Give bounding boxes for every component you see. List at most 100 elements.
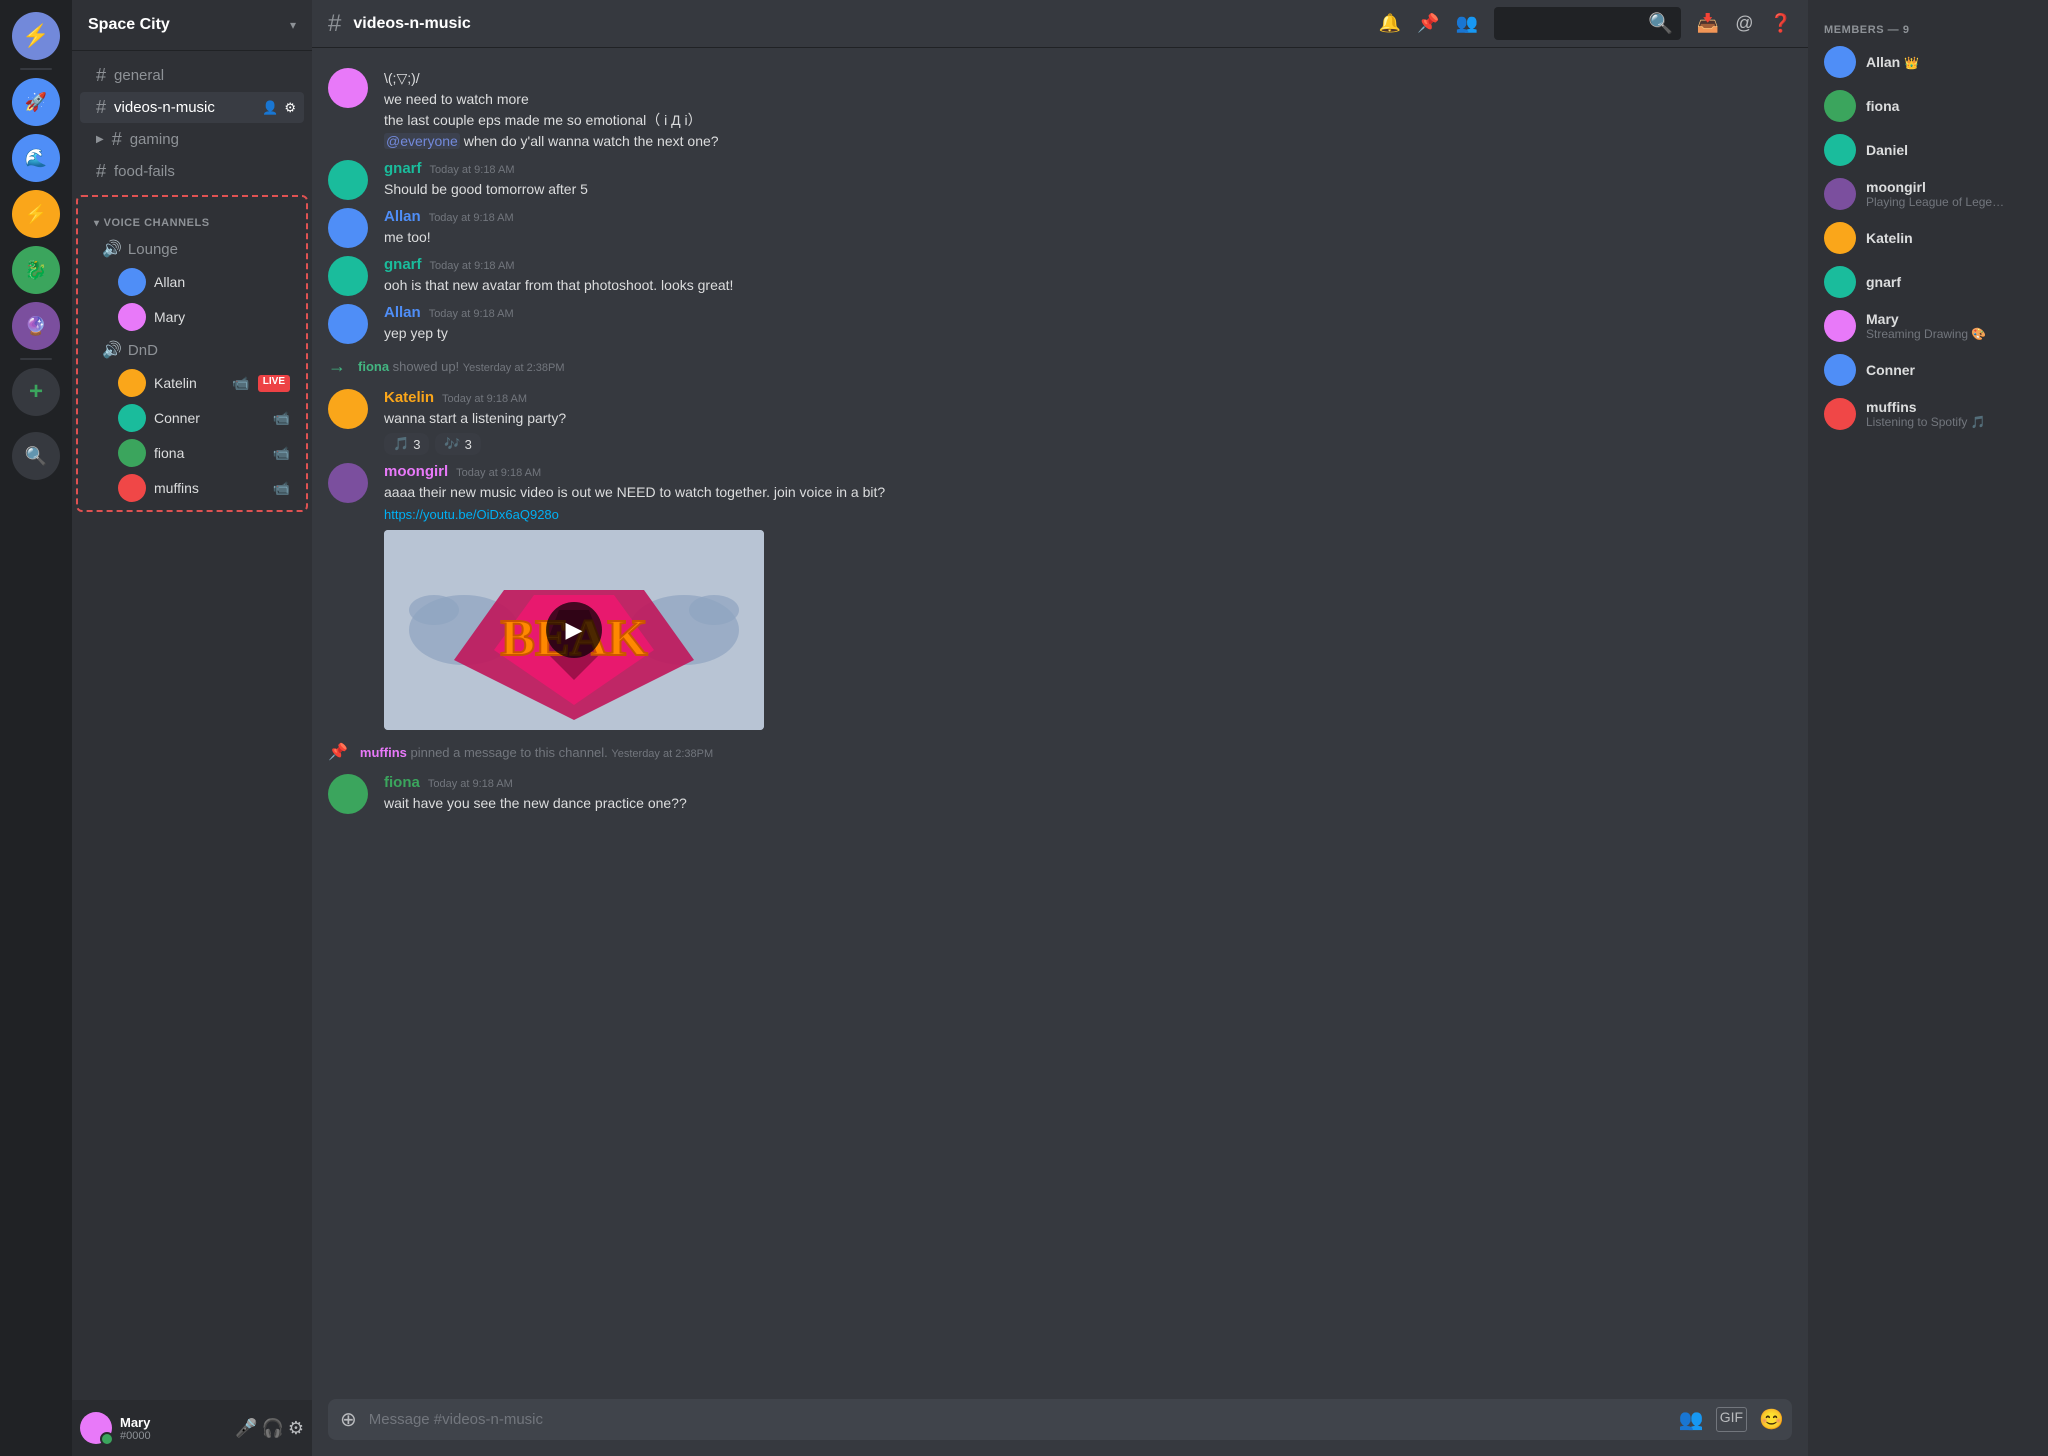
voice-member-mary[interactable]: Mary bbox=[86, 300, 298, 334]
reactions: 🎵 3 🎶 3 bbox=[384, 433, 1792, 455]
member-name: Katelin bbox=[1866, 230, 2032, 246]
member-info: Mary Streaming Drawing 🎨 bbox=[1866, 311, 2032, 341]
member-item-gnarf[interactable]: gnarf bbox=[1816, 260, 2040, 304]
header-actions: 🔔 📌 👥 🔍 📥 @ ❓ bbox=[1379, 7, 1792, 40]
help-icon[interactable]: ❓ bbox=[1770, 13, 1792, 34]
member-item-mary[interactable]: Mary Streaming Drawing 🎨 bbox=[1816, 304, 2040, 348]
avatar bbox=[1824, 398, 1856, 430]
message-item: fiona Today at 9:18 AM wait have you see… bbox=[312, 770, 1808, 818]
voice-member-muffins[interactable]: muffins 📹 bbox=[86, 471, 298, 505]
inbox-icon[interactable]: 📥 bbox=[1697, 13, 1719, 34]
mention-icon[interactable]: @ bbox=[1735, 13, 1753, 34]
member-info: Conner bbox=[1866, 362, 2032, 378]
member-info: moongirl Playing League of Legends 🎮 bbox=[1866, 179, 2032, 209]
voice-member-katelin[interactable]: Katelin 📹 LIVE bbox=[86, 366, 298, 400]
camera-icon: 📹 bbox=[273, 480, 290, 497]
message-content: moongirl Today at 9:18 AM aaaa their new… bbox=[384, 463, 1792, 730]
member-item-moongirl[interactable]: moongirl Playing League of Legends 🎮 bbox=[1816, 172, 2040, 216]
reaction-musical-notes[interactable]: 🎶 3 bbox=[435, 433, 480, 455]
message-header: moongirl Today at 9:18 AM bbox=[384, 463, 1792, 480]
member-info: fiona bbox=[1866, 98, 2032, 114]
search-icon: 🔍 bbox=[1648, 11, 1673, 36]
channel-list: # general # videos-n-music 👤 ⚙ ▶ # gamin… bbox=[72, 51, 312, 1400]
emoji-icon[interactable]: 😊 bbox=[1759, 1407, 1784, 1432]
timestamp: Today at 9:18 AM bbox=[428, 778, 513, 790]
pin-icon[interactable]: 📌 bbox=[1417, 13, 1439, 34]
member-name: gnarf bbox=[1866, 274, 2032, 290]
member-stream-icons: 📹 LIVE bbox=[232, 375, 290, 392]
message-item: moongirl Today at 9:18 AM aaaa their new… bbox=[312, 459, 1808, 734]
member-item-muffins[interactable]: muffins Listening to Spotify 🎵 bbox=[1816, 392, 2040, 436]
channel-item-food-fails[interactable]: # food-fails bbox=[80, 156, 304, 187]
members-grid-icon[interactable]: 👥 bbox=[1679, 1407, 1704, 1432]
server-icon-1[interactable]: 🚀 bbox=[12, 78, 60, 126]
members-icon[interactable]: 👥 bbox=[1456, 13, 1478, 34]
timestamp: Today at 9:18 AM bbox=[429, 212, 514, 224]
main-content: # videos-n-music 🔔 📌 👥 🔍 📥 @ ❓ \(;▽;)/ w… bbox=[312, 0, 1808, 1456]
discord-home-button[interactable]: ⚡ bbox=[12, 12, 60, 60]
timestamp: Today at 9:18 AM bbox=[442, 393, 527, 405]
play-button[interactable]: ▶ bbox=[546, 602, 602, 658]
video-embed[interactable]: BEAK ▶ bbox=[384, 530, 764, 730]
member-name: Mary bbox=[154, 309, 185, 325]
add-attachment-icon[interactable]: ⊕ bbox=[336, 1407, 361, 1432]
avatar bbox=[328, 208, 368, 248]
notifications-icon[interactable]: 🔔 bbox=[1379, 13, 1401, 34]
gif-icon[interactable]: GIF bbox=[1716, 1407, 1747, 1432]
headphone-icon[interactable]: 🎧 bbox=[261, 1418, 283, 1439]
message-text: aaaa their new music video is out we NEE… bbox=[384, 482, 1792, 503]
message-header: Allan Today at 9:18 AM bbox=[384, 208, 1792, 225]
member-item-allan[interactable]: Allan 👑 bbox=[1816, 40, 2040, 84]
member-item-katelin[interactable]: Katelin bbox=[1816, 216, 2040, 260]
member-name: muffins bbox=[1866, 399, 2032, 415]
member-name: moongirl bbox=[1866, 179, 2032, 195]
hash-icon: # bbox=[96, 65, 106, 86]
system-pin-text: muffins pinned a message to this channel… bbox=[360, 745, 713, 760]
add-member-icon[interactable]: 👤 bbox=[262, 100, 278, 116]
voice-member-conner[interactable]: Conner 📹 bbox=[86, 401, 298, 435]
voice-member-allan[interactable]: Allan bbox=[86, 265, 298, 299]
server-name-header[interactable]: Space City ▾ bbox=[72, 0, 312, 51]
settings-icon[interactable]: ⚙ bbox=[284, 100, 296, 116]
explore-icon[interactable]: 🔍 bbox=[12, 432, 60, 480]
reaction-musical-note[interactable]: 🎵 3 bbox=[384, 433, 429, 455]
server-icon-4[interactable]: 🐉 bbox=[12, 246, 60, 294]
channel-item-gaming[interactable]: ▶ # gaming bbox=[80, 124, 304, 155]
microphone-icon[interactable]: 🎤 bbox=[235, 1418, 257, 1439]
settings-icon[interactable]: ⚙ bbox=[288, 1418, 304, 1439]
server-icon-3[interactable]: ⚡ bbox=[12, 190, 60, 238]
avatar bbox=[1824, 266, 1856, 298]
arrow-right-icon: → bbox=[328, 356, 346, 377]
username: gnarf bbox=[384, 256, 422, 273]
message-input[interactable] bbox=[369, 1399, 1671, 1440]
member-status: Streaming Drawing 🎨 bbox=[1866, 327, 2006, 341]
message-content: \(;▽;)/ we need to watch more the last c… bbox=[384, 68, 1792, 152]
add-server-button[interactable]: + bbox=[12, 368, 60, 416]
member-item-daniel[interactable]: Daniel bbox=[1816, 128, 2040, 172]
server-icon-2[interactable]: 🌊 bbox=[12, 134, 60, 182]
member-info: gnarf bbox=[1866, 274, 2032, 290]
avatar bbox=[118, 369, 146, 397]
search-input[interactable] bbox=[1502, 16, 1642, 31]
timestamp: Today at 9:18 AM bbox=[430, 164, 515, 176]
avatar bbox=[1824, 310, 1856, 342]
voice-channels-header[interactable]: ▾ VOICE CHANNELS bbox=[78, 201, 306, 233]
avatar bbox=[1824, 46, 1856, 78]
voice-channel-name: Lounge bbox=[128, 241, 178, 258]
voice-member-fiona[interactable]: fiona 📹 bbox=[86, 436, 298, 470]
server-icon-5[interactable]: 🔮 bbox=[12, 302, 60, 350]
user-controls: 🎤 🎧 ⚙ bbox=[235, 1418, 304, 1439]
channel-item-general[interactable]: # general bbox=[80, 60, 304, 91]
voice-channel-lounge[interactable]: 🔊 Lounge bbox=[86, 234, 298, 264]
members-list: MEMBERS — 9 Allan 👑 fiona Daniel moongir… bbox=[1808, 0, 2048, 1456]
search-box[interactable]: 🔍 bbox=[1494, 7, 1681, 40]
message-header: gnarf Today at 9:18 AM bbox=[384, 160, 1792, 177]
member-item-conner[interactable]: Conner bbox=[1816, 348, 2040, 392]
channel-name: gaming bbox=[130, 131, 179, 148]
message-text: wait have you see the new dance practice… bbox=[384, 793, 1792, 814]
embed-link[interactable]: https://youtu.be/OiDx6aQ928o bbox=[384, 507, 1792, 522]
voice-channel-dnd[interactable]: 🔊 DnD bbox=[86, 335, 298, 365]
member-item-fiona[interactable]: fiona bbox=[1816, 84, 2040, 128]
member-name: Conner bbox=[1866, 362, 2032, 378]
channel-item-videos-n-music[interactable]: # videos-n-music 👤 ⚙ bbox=[80, 92, 304, 123]
